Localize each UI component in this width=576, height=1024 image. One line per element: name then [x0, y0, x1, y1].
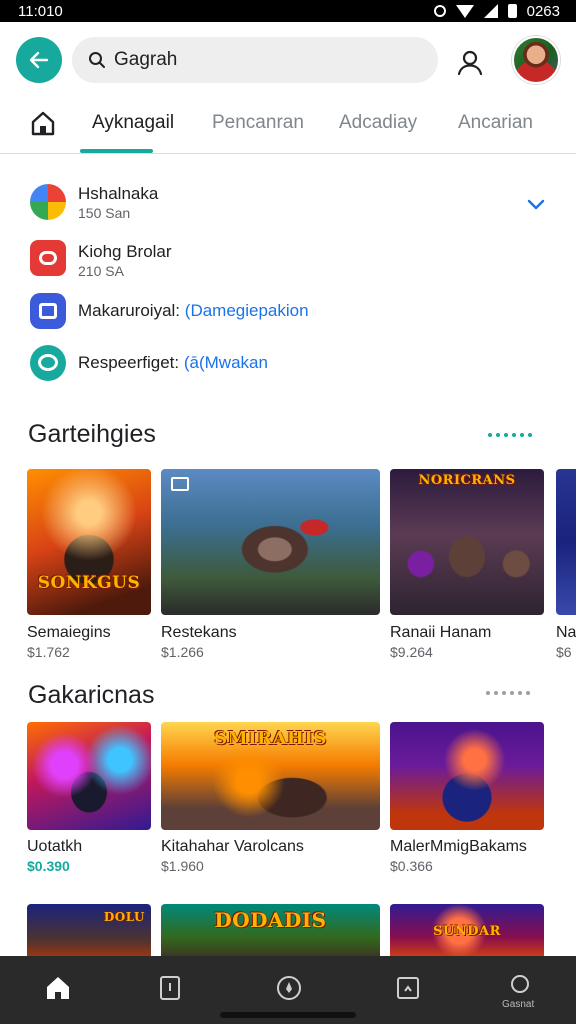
top-bar [0, 22, 576, 98]
game-artwork: DOLU [27, 904, 151, 956]
list-item-link[interactable]: (ā(Mwakan [184, 353, 268, 372]
game-artwork [390, 722, 544, 830]
search-icon [89, 52, 105, 68]
nav-explore[interactable] [275, 974, 303, 1002]
game-card[interactable]: SONKGUS Semaiegins $1.762 [27, 469, 151, 660]
nav-account-label: Gasnat [502, 999, 535, 1010]
more-dots-icon[interactable] [486, 691, 530, 695]
card-name: Semaiegins [27, 624, 111, 641]
card-name: Ranaii Hanam [390, 624, 492, 641]
avatar[interactable] [512, 36, 560, 84]
list-item-link[interactable]: (Damegiepakion [185, 301, 309, 320]
signal-icon [483, 4, 498, 18]
game-artwork [161, 469, 380, 615]
game-artwork: SUNDAR [390, 904, 544, 956]
game-artwork: SMIRAHIS [161, 722, 380, 830]
back-button[interactable] [16, 37, 62, 83]
game-card[interactable]: NORICRANS Ranaii Hanam $9.264 [390, 469, 544, 660]
list-item-title: Makaruroiyal: (Damegiepakion [78, 301, 309, 320]
badge-icon [171, 477, 189, 491]
arrow-left-icon [29, 51, 49, 69]
game-card[interactable]: Restekans $1.266 [161, 469, 380, 660]
card-price: $0.366 [390, 858, 433, 874]
chat-app-icon [30, 345, 66, 381]
red-app-icon [30, 240, 66, 276]
card-price: $9.264 [390, 644, 433, 660]
list-item-title: Hshalnaka [78, 184, 159, 203]
alarm-icon [433, 5, 446, 17]
tab-bar: Ayknagail Pencanran Adcadiay Ancarian [0, 98, 576, 154]
battery-level: 0263 [526, 2, 560, 20]
card-name: Na [556, 624, 576, 641]
card-price: $6 [556, 644, 572, 659]
search-bar[interactable] [72, 37, 438, 83]
list-item[interactable]: Makaruroiyal: (Damegiepakion [0, 292, 576, 342]
artwork-title: SONKGUS [37, 573, 141, 593]
status-icons: 0263 [433, 2, 560, 20]
game-artwork: SONKGUS [27, 469, 151, 615]
game-artwork [556, 469, 576, 615]
game-card[interactable]: DOLU [27, 904, 151, 956]
active-tab-indicator [80, 149, 153, 153]
nav-home[interactable] [44, 974, 72, 1002]
game-card[interactable]: Na $6 [556, 469, 576, 659]
pinwheel-app-icon [30, 184, 66, 220]
tablet-icon [397, 977, 419, 999]
card-price: $1.762 [27, 644, 70, 660]
artwork-title: SMIRAHIS [214, 728, 327, 749]
home-icon [47, 977, 69, 999]
card-price: $0.390 [27, 858, 70, 874]
game-artwork: DODADIS [161, 904, 380, 956]
game-card[interactable]: MalerMmigBakams $0.366 [390, 722, 544, 874]
artwork-title: NORICRANS [418, 473, 516, 488]
compass-icon [277, 976, 301, 1000]
wifi-icon [455, 4, 474, 18]
section-title: Garteihgies [28, 420, 156, 448]
more-dots-icon[interactable] [488, 433, 532, 437]
list-item[interactable]: Kiohg Brolar 210 SA [0, 236, 576, 286]
artwork-title: DOLU [103, 910, 145, 924]
list-item-subtitle: 210 SA [78, 263, 124, 279]
card-price: $1.266 [161, 644, 204, 660]
person-icon [457, 50, 483, 76]
circle-icon [511, 975, 529, 993]
card-name: MalerMmigBakams [390, 838, 527, 855]
book-icon [160, 976, 180, 1000]
tab-1[interactable]: Ayknagail [92, 112, 174, 134]
home-icon [31, 111, 55, 136]
profile-button[interactable] [452, 44, 488, 80]
artwork-title: DODADIS [214, 908, 327, 932]
status-time: 11:010 [18, 2, 63, 20]
card-name: Uotatkh [27, 838, 83, 855]
tab-4[interactable]: Ancarian [458, 112, 533, 134]
card-name: Kitahahar Varolcans [161, 838, 304, 855]
game-artwork [27, 722, 151, 830]
tab-2[interactable]: Pencanran [212, 112, 304, 134]
home-indicator[interactable] [220, 1012, 356, 1018]
battery-icon [507, 4, 517, 18]
card-name: Restekans [161, 624, 237, 641]
nav-games[interactable] [394, 974, 422, 1002]
game-card[interactable]: DODADIS [161, 904, 380, 956]
list-item-subtitle: 150 San [78, 205, 131, 221]
tab-home[interactable] [26, 106, 60, 140]
tab-3[interactable]: Adcadiay [339, 112, 417, 134]
blue-app-icon [30, 293, 66, 329]
section-title: Gakaricnas [28, 681, 155, 709]
list-item[interactable]: Respeerfiget: (ā(Mwakan [0, 344, 576, 394]
card-price: $1.960 [161, 858, 204, 874]
game-artwork: NORICRANS [390, 469, 544, 615]
status-bar: 11:010 0263 [0, 0, 576, 22]
chevron-down-icon[interactable] [524, 192, 548, 216]
game-card[interactable]: SUNDAR [390, 904, 544, 956]
list-item[interactable]: Hshalnaka 150 San [0, 178, 576, 228]
list-item-title: Respeerfiget: (ā(Mwakan [78, 353, 268, 372]
game-card[interactable]: Uotatkh $0.390 [27, 722, 151, 874]
nav-library[interactable] [156, 974, 184, 1002]
artwork-title: SUNDAR [433, 924, 501, 939]
nav-account[interactable] [506, 970, 534, 998]
game-card[interactable]: SMIRAHIS Kitahahar Varolcans $1.960 [161, 722, 380, 874]
search-input[interactable] [114, 49, 414, 71]
list-item-title: Kiohg Brolar [78, 242, 172, 261]
